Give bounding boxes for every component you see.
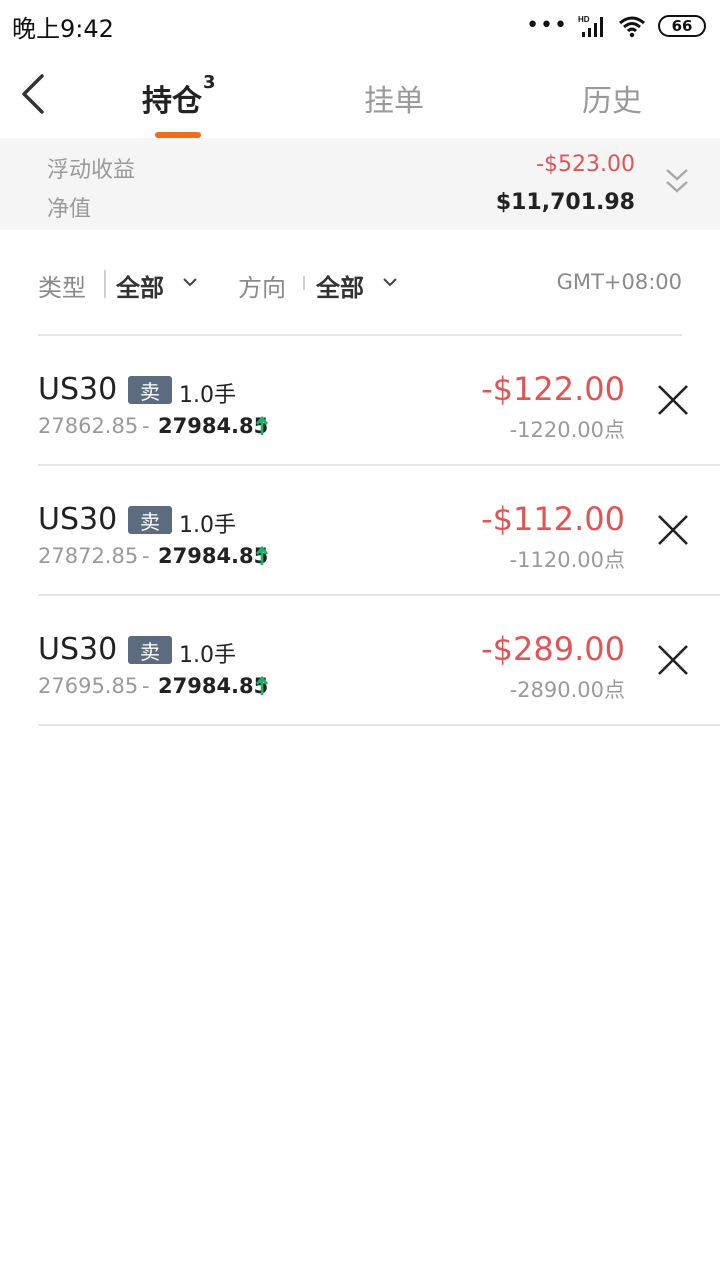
sell-badge: 卖	[128, 376, 172, 404]
position-row[interactable]: US30 卖 1.0手 27862.85 - 27984.85 -$122.00…	[0, 336, 720, 466]
up-arrow-icon	[256, 676, 268, 695]
position-row[interactable]: US30 卖 1.0手 27872.85 - 27984.85 -$112.00…	[0, 466, 720, 596]
floating-pnl-value: -$523.00	[536, 152, 635, 177]
equity-value: $11,701.98	[495, 190, 635, 215]
type-filter-divider	[104, 270, 106, 298]
up-arrow-icon	[256, 546, 268, 565]
account-summary: 浮动收益 -$523.00 净值 $11,701.98	[0, 138, 720, 230]
position-lots: 1.0手	[179, 643, 236, 668]
sell-badge: 卖	[128, 506, 172, 534]
close-position-icon[interactable]	[655, 512, 691, 548]
current-price: 27984.85	[158, 544, 269, 568]
direction-filter-dropdown[interactable]: 全部	[316, 268, 402, 302]
position-lots: 1.0手	[179, 383, 236, 408]
status-time: 晚上9:42	[12, 14, 114, 43]
status-icons: ••• HD 66	[526, 14, 706, 38]
status-bar: 晚上9:42 ••• HD 66	[0, 0, 720, 52]
close-position-icon[interactable]	[655, 382, 691, 418]
row-divider	[38, 724, 720, 726]
open-price: 27872.85	[38, 544, 139, 568]
back-button[interactable]	[14, 72, 54, 116]
header: 持仓3 挂单 历史	[0, 52, 720, 138]
position-symbol: US30	[38, 372, 118, 407]
timezone-label: GMT+08:00	[556, 270, 682, 294]
price-separator: -	[142, 674, 150, 698]
close-position-icon[interactable]	[655, 642, 691, 678]
price-separator: -	[142, 544, 150, 568]
battery-icon: 66	[658, 15, 706, 37]
more-dots-icon: •••	[526, 13, 568, 38]
current-price: 27984.85	[158, 414, 269, 438]
tab-pending-orders[interactable]: 挂单	[364, 76, 424, 120]
position-points: -2890.00点	[509, 678, 625, 702]
chevron-down-icon	[183, 278, 197, 287]
up-arrow-icon	[256, 416, 268, 435]
position-pnl: -$122.00	[481, 370, 625, 408]
position-pnl: -$289.00	[481, 630, 625, 668]
equity-label: 净值	[47, 197, 92, 222]
position-points: -1120.00点	[509, 548, 625, 572]
type-filter-value: 全部	[116, 274, 164, 302]
type-filter-label: 类型	[38, 274, 86, 302]
position-points: -1220.00点	[509, 418, 625, 442]
price-separator: -	[142, 414, 150, 438]
floating-pnl-label: 浮动收益	[47, 158, 136, 183]
tab-pending-orders-label: 挂单	[364, 84, 424, 119]
filters-bar: 类型 全部 方向 全部 GMT+08:00	[38, 268, 682, 302]
open-price: 27862.85	[38, 414, 139, 438]
direction-filter-label: 方向	[238, 274, 286, 302]
position-symbol: US30	[38, 632, 118, 667]
sell-badge: 卖	[128, 636, 172, 664]
direction-filter-value: 全部	[316, 274, 364, 302]
hd-label: HD	[578, 15, 590, 24]
tab-positions-label: 持仓	[142, 84, 202, 119]
chevron-down-icon	[383, 278, 397, 287]
position-row[interactable]: US30 卖 1.0手 27695.85 - 27984.85 -$289.00…	[0, 596, 720, 726]
current-price: 27984.85	[158, 674, 269, 698]
position-symbol: US30	[38, 502, 118, 537]
tab-history-label: 历史	[582, 84, 642, 119]
tab-history[interactable]: 历史	[582, 76, 642, 120]
direction-filter-divider	[303, 276, 305, 290]
expand-chevron-icon[interactable]	[664, 166, 690, 198]
wifi-icon	[619, 16, 645, 38]
type-filter-dropdown[interactable]: 全部	[116, 268, 202, 302]
position-lots: 1.0手	[179, 513, 236, 538]
tab-positions[interactable]: 持仓3	[142, 72, 216, 120]
open-price: 27695.85	[38, 674, 139, 698]
battery-level: 66	[671, 17, 693, 35]
position-pnl: -$112.00	[481, 500, 625, 538]
positions-count-badge: 3	[203, 72, 216, 93]
signal-icon: HD	[578, 15, 603, 37]
